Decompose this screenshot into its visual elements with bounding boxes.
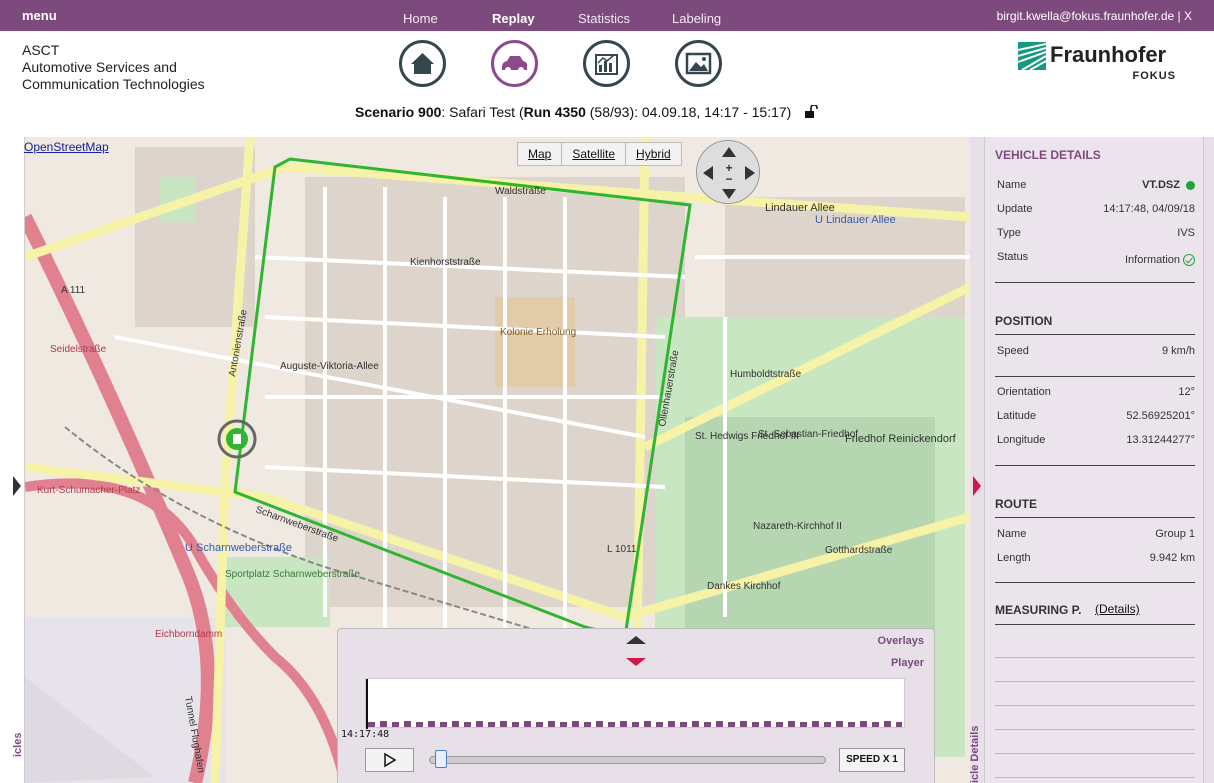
unlock-icon[interactable] (805, 104, 819, 118)
map-label-humboldt: Humboldtstraße (730, 369, 802, 380)
picture-icon[interactable] (675, 40, 722, 87)
position-title: POSITION (995, 314, 1053, 328)
scenario-info: Scenario 900: Safari Test (Run 4350 (58/… (355, 104, 819, 120)
header: ASCT Automotive Services and Communicati… (0, 31, 1214, 137)
player-expand-icon[interactable] (626, 636, 646, 644)
map-type-hybrid[interactable]: Hybrid (626, 143, 681, 165)
org-name: ASCT Automotive Services and Communicati… (22, 42, 205, 92)
car-icon[interactable] (491, 40, 538, 87)
nav-statistics[interactable]: Statistics (578, 11, 630, 26)
nav-labeling[interactable]: Labeling (672, 11, 721, 26)
speed-button[interactable]: SPEED X 1 (839, 748, 905, 772)
divider (995, 705, 1195, 706)
map-label-gotthard: Gotthardstraße (825, 545, 893, 556)
map-label-u-scharnweber: U Scharnweberstraße (185, 542, 292, 554)
pan-right-icon[interactable] (745, 166, 755, 180)
statistics-icon[interactable] (583, 40, 630, 87)
position-latitude-row: Latitude 52.56925201° (997, 410, 1195, 422)
divider (995, 517, 1195, 518)
map-label-eichborndamm: Eichborndamm (155, 629, 222, 640)
pan-left-icon[interactable] (703, 166, 713, 180)
pan-up-icon[interactable] (722, 147, 736, 157)
player-collapse-icon[interactable] (626, 658, 646, 666)
zoom-out-icon[interactable]: − (725, 172, 732, 186)
nav-replay[interactable]: Replay (492, 11, 535, 26)
divider (995, 282, 1195, 283)
position-orientation-row: Orientation 12° (997, 386, 1195, 398)
divider (995, 465, 1195, 466)
player-panel: Overlays Player 14:17:48 SPEED X 1 (337, 628, 935, 783)
play-button[interactable] (365, 748, 414, 772)
map-label-friedhof: Friedhof Reinickendorf (845, 433, 957, 445)
route-length-row: Length 9.942 km (997, 552, 1195, 564)
vehicle-details-title: VEHICLE DETAILS (995, 148, 1101, 162)
vehicle-update-row: Update 14:17:48, 04/09/18 (997, 203, 1195, 215)
user-logout[interactable]: birgit.kwella@fokus.fraunhofer.de | X (997, 9, 1192, 23)
fraunhofer-logo: Fraunhofer FOKUS (1018, 40, 1176, 90)
menu-button[interactable]: menu (22, 8, 57, 23)
play-icon (384, 752, 397, 768)
check-circle-icon (1183, 254, 1195, 267)
map-label-dankes: Dankes Kirchhof (707, 581, 781, 592)
measuring-points-title: MEASURING P. (995, 603, 1082, 617)
status-dot-icon (1186, 180, 1195, 190)
map-label-seidel: Seidelstraße (50, 344, 107, 355)
map-label-lindauer: Lindauer Allee (765, 202, 835, 214)
vehicle-type-row: Type IVS (997, 227, 1195, 239)
map-type-satellite[interactable]: Satellite (562, 143, 627, 165)
route-name-row: Name Group 1 (997, 528, 1195, 540)
map-label-sportplatz: Sportplatz Scharnweberstraße (225, 569, 361, 580)
progress-slider-knob[interactable] (435, 750, 447, 768)
vehicle-name-row: Name VT.DSZ (997, 179, 1195, 191)
pan-down-icon[interactable] (722, 189, 736, 199)
timeline-timestamp: 14:17:48 (341, 729, 390, 740)
divider (995, 334, 1195, 335)
divider (995, 582, 1195, 583)
timeline[interactable] (365, 678, 905, 729)
vehicle-details-tab[interactable]: icle Details (969, 726, 981, 783)
divider (995, 681, 1195, 682)
divider (995, 777, 1195, 778)
map-label-a111: A 111 (61, 285, 86, 296)
vehicles-panel-collapsed[interactable] (0, 137, 25, 783)
vehicle-status-row: Status Information (997, 251, 1195, 267)
home-icon[interactable] (399, 40, 446, 87)
position-longitude-row: Longitude 13.31244277° (997, 434, 1195, 446)
map-label-auguste: Auguste-Viktoria-Allee (280, 361, 379, 372)
divider (995, 753, 1195, 754)
progress-slider[interactable] (429, 756, 826, 764)
map-label-u-lindauer: U Lindauer Allee (815, 214, 896, 226)
nav-home[interactable]: Home (403, 11, 438, 26)
divider (995, 624, 1195, 625)
measuring-details-link[interactable]: (Details) (1095, 602, 1140, 616)
map-label-kurt: Kurt-Schumacher-Platz (37, 485, 140, 496)
divider (995, 657, 1195, 658)
timeline-events (368, 721, 902, 727)
map-type-map[interactable]: Map (518, 143, 563, 165)
map-label-waldstrasse: Waldstraße (495, 186, 546, 197)
divider (995, 729, 1195, 730)
map-label-nazareth: Nazareth-Kirchhof II (753, 521, 842, 532)
map-label-kienhorst: Kienhorststraße (410, 257, 481, 268)
divider (995, 376, 1195, 377)
vehicles-tab[interactable]: icles (12, 733, 24, 757)
collapse-right-arrow-icon[interactable] (973, 476, 981, 496)
vehicle-details-panel: VEHICLE DETAILS Name VT.DSZ Update 14:17:… (984, 137, 1204, 783)
map-label-l1011: L 1011 (607, 544, 637, 555)
position-speed-row: Speed 9 km/h (997, 345, 1195, 357)
player-tab[interactable]: Player (891, 657, 924, 669)
map-label-sebastian: St.-Sebastian-Friedhof (758, 429, 858, 440)
route-title: ROUTE (995, 497, 1037, 511)
fraunhofer-logo-icon (1018, 42, 1046, 70)
overlays-tab[interactable]: Overlays (878, 635, 924, 647)
pan-zoom-control[interactable]: + − (696, 140, 760, 204)
openstreetmap-link[interactable]: OpenStreetMap (24, 140, 109, 154)
map-label-kolonie: Kolonie Erholung (500, 327, 576, 338)
expand-left-arrow-icon[interactable] (13, 476, 21, 496)
map-type-switcher: Map Satellite Hybrid (517, 142, 682, 166)
top-bar: menu Home Replay Statistics Labeling bir… (0, 0, 1214, 31)
